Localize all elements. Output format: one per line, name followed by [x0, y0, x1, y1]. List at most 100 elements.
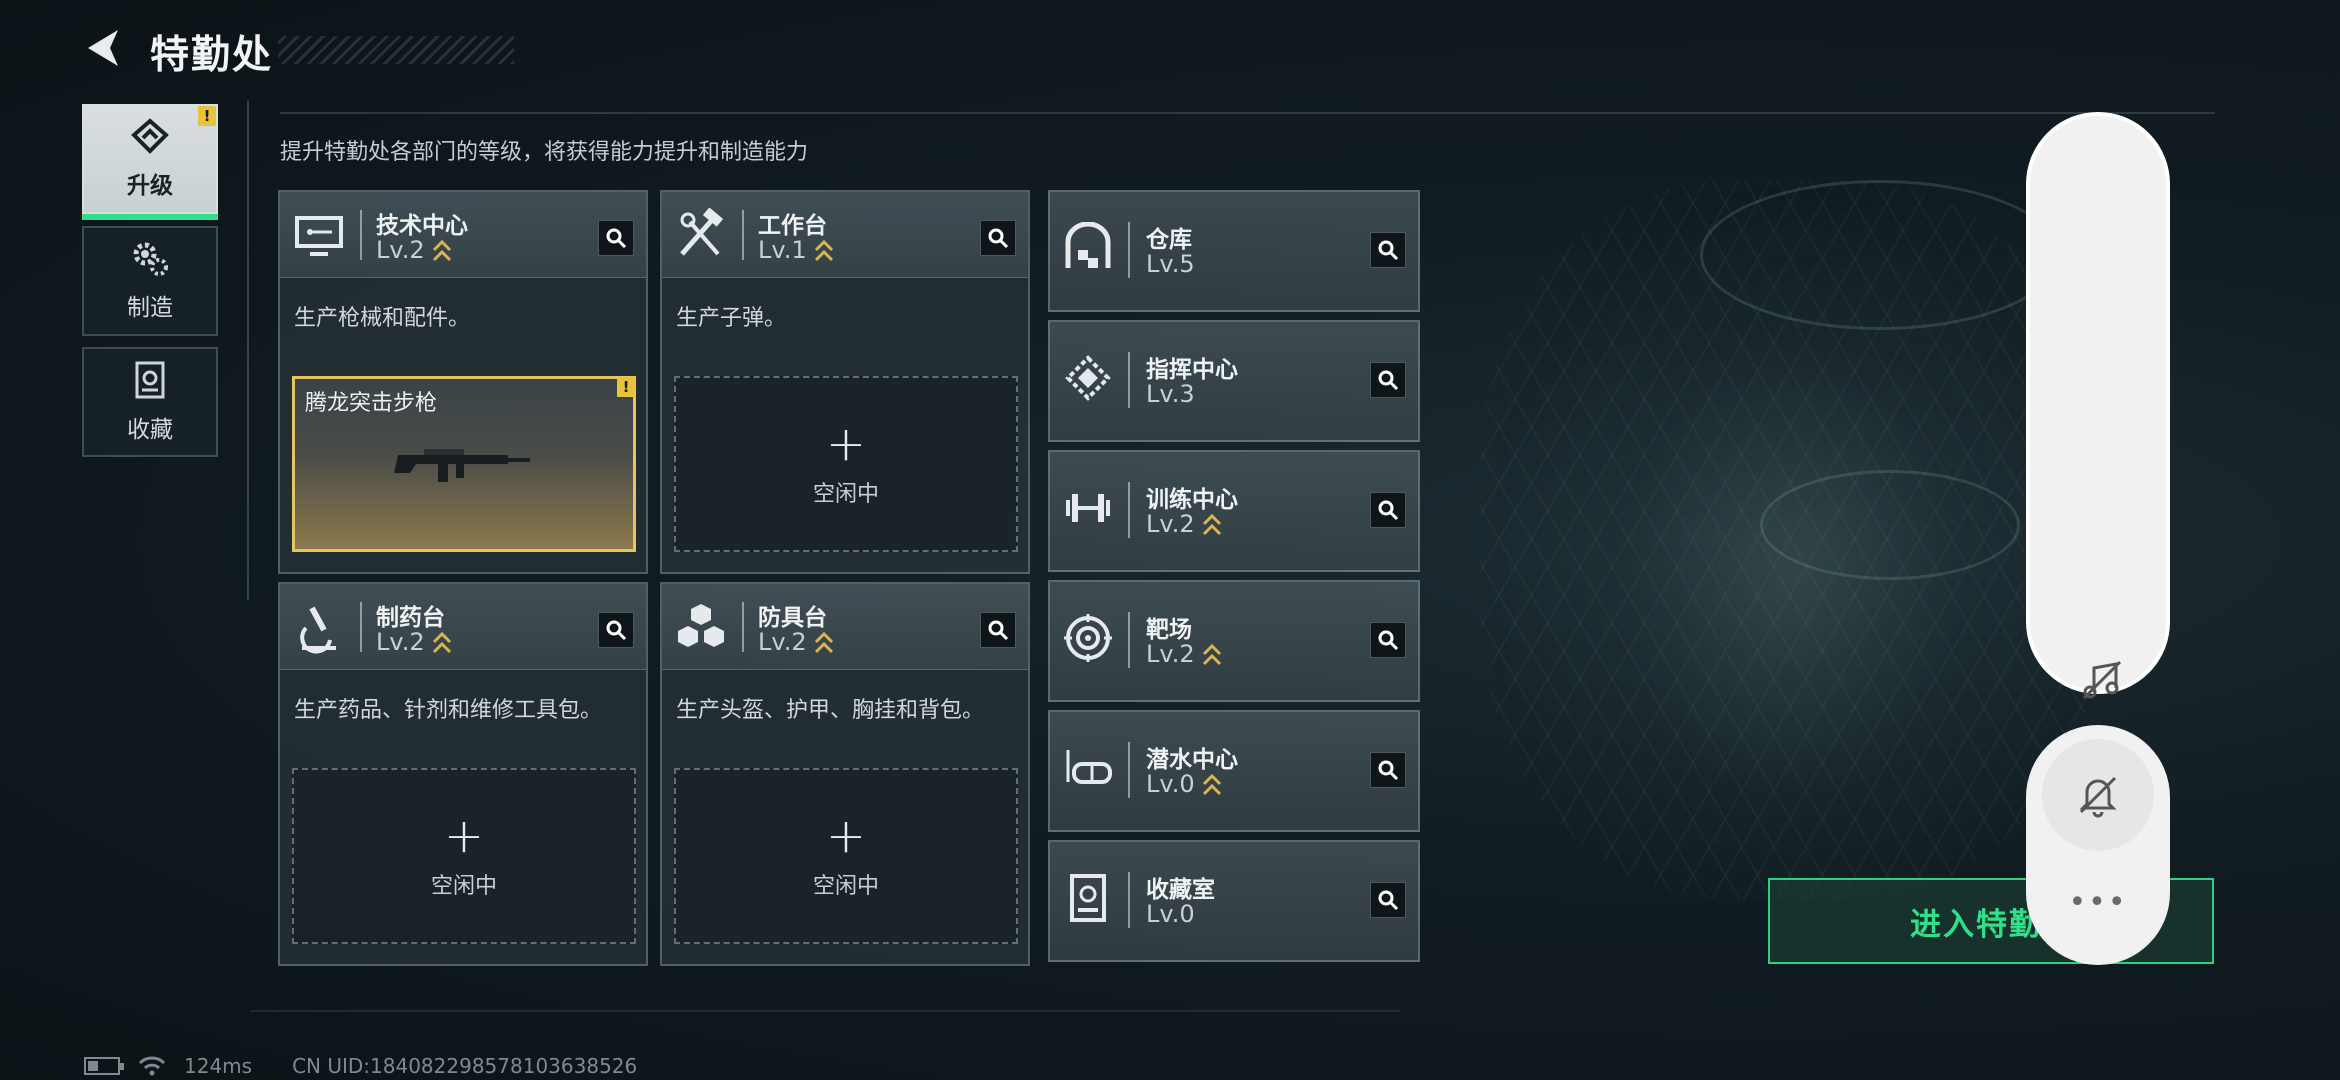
more-options-button[interactable]: •••	[2026, 885, 2170, 920]
bottom-decoration	[250, 1010, 1400, 1032]
facility-name: 仓库	[1146, 227, 1192, 253]
slot-status: 空闲中	[812, 874, 879, 899]
station-description: 生产枪械和配件。	[294, 306, 471, 331]
inspect-button[interactable]	[598, 612, 634, 648]
facility-level: Lv.5	[1146, 250, 1195, 278]
bell-off-icon	[2079, 776, 2117, 818]
nav-tab-label: 制造	[127, 295, 173, 321]
station-card-armor-bench[interactable]: 防具台 Lv.2 生产头盔、护甲、胸挂和背包。 + 空闲中	[660, 582, 1030, 966]
inspect-button[interactable]	[598, 220, 634, 256]
station-description: 生产药品、针剂和维修工具包。	[294, 698, 603, 723]
mute-notifications-button[interactable]	[2042, 739, 2154, 851]
facility-card-collection-room[interactable]: 收藏室 Lv.0	[1048, 840, 1420, 962]
facility-card-diving-center[interactable]: 潜水中心 Lv.0	[1048, 710, 1420, 832]
computer-icon	[295, 216, 343, 256]
station-name: 工作台	[758, 213, 827, 239]
warehouse-icon	[1065, 222, 1111, 268]
upgrade-available-icon	[1202, 643, 1221, 666]
battery-icon	[84, 1057, 124, 1075]
nav-tab-manufacture[interactable]: 制造	[82, 226, 218, 336]
search-icon	[606, 228, 627, 249]
display-case-icon	[1070, 874, 1106, 922]
facility-level: Lv.0	[1146, 770, 1223, 798]
add-icon: +	[825, 416, 867, 472]
chip-icon	[1065, 355, 1111, 401]
facility-card-warehouse[interactable]: 仓库 Lv.5	[1048, 190, 1420, 312]
inspect-button[interactable]	[1370, 882, 1406, 918]
upgrade-icon	[131, 118, 169, 154]
mute-music-button[interactable]	[2046, 624, 2158, 736]
diving-mask-icon	[1066, 750, 1112, 784]
floating-toolbar	[2026, 112, 2170, 700]
production-slot-idle[interactable]: + 空闲中	[674, 768, 1018, 944]
upgrade-available-icon	[432, 631, 451, 654]
tools-icon	[680, 208, 724, 256]
station-card-tech-center[interactable]: 技术中心 Lv.2 生产枪械和配件。 腾龙突击步枪 !	[278, 190, 648, 574]
station-level: Lv.2	[758, 628, 835, 656]
dumbbell-icon	[1066, 494, 1110, 522]
rifle-icon	[394, 449, 530, 482]
nav-tab-upgrade[interactable]: 升级 !	[82, 104, 218, 220]
station-level: Lv.1	[758, 236, 835, 264]
music-off-icon	[2082, 660, 2122, 700]
station-name: 技术中心	[376, 213, 468, 239]
slot-status: 空闲中	[430, 874, 497, 899]
enter-button-label: 进入特勤	[1910, 906, 2040, 943]
station-level: Lv.2	[376, 236, 453, 264]
station-level: Lv.2	[376, 628, 453, 656]
collection-icon	[135, 361, 165, 399]
facility-name: 靶场	[1146, 617, 1192, 643]
facility-name: 收藏室	[1146, 877, 1215, 903]
facility-name: 潜水中心	[1146, 747, 1238, 773]
inspect-button[interactable]	[1370, 492, 1406, 528]
divider	[280, 112, 2215, 114]
upgrade-available-icon	[814, 239, 833, 262]
status-bar: 124ms CN UID:18408229857810363852​6	[84, 1054, 637, 1078]
base-ring-decoration	[1760, 470, 2020, 580]
upgrade-available-icon	[432, 239, 451, 262]
nav-tab-label: 收藏	[127, 417, 173, 443]
facility-level: Lv.0	[1146, 900, 1195, 928]
nav-tab-collection[interactable]: 收藏	[82, 347, 218, 457]
wifi-icon	[138, 1056, 166, 1076]
search-icon	[1378, 370, 1399, 391]
inspect-button[interactable]	[1370, 752, 1406, 788]
inspect-button[interactable]	[980, 612, 1016, 648]
target-icon	[1064, 614, 1112, 662]
production-slot-active[interactable]: 腾龙突击步枪 !	[292, 376, 636, 552]
floating-toolbar: •••	[2026, 725, 2170, 965]
station-card-pharmacy[interactable]: 制药台 Lv.2 生产药品、针剂和维修工具包。 + 空闲中	[278, 582, 648, 966]
inspect-button[interactable]	[1370, 622, 1406, 658]
page-title: 特勤处	[150, 33, 274, 78]
search-icon	[1378, 500, 1399, 521]
title-stripe-decoration	[278, 36, 514, 64]
back-arrow-icon[interactable]	[82, 26, 126, 70]
ping-text: 124ms	[184, 1054, 253, 1078]
station-card-workbench[interactable]: 工作台 Lv.1 生产子弹。 + 空闲中	[660, 190, 1030, 574]
facility-level: Lv.2	[1146, 510, 1223, 538]
gears-icon	[133, 242, 168, 276]
facility-name: 训练中心	[1146, 487, 1238, 513]
inspect-button[interactable]	[1370, 362, 1406, 398]
facility-card-training-center[interactable]: 训练中心 Lv.2	[1048, 450, 1420, 572]
facility-level: Lv.2	[1146, 640, 1223, 668]
production-slot-idle[interactable]: + 空闲中	[292, 768, 636, 944]
upgrade-available-icon	[1202, 513, 1221, 536]
facility-level: Lv.3	[1146, 380, 1195, 408]
facility-card-shooting-range[interactable]: 靶场 Lv.2	[1048, 580, 1420, 702]
search-icon	[1378, 240, 1399, 261]
production-slot-idle[interactable]: + 空闲中	[674, 376, 1018, 552]
inspect-button[interactable]	[1370, 232, 1406, 268]
station-description: 生产子弹。	[676, 306, 787, 331]
search-icon	[1378, 630, 1399, 651]
add-icon: +	[443, 808, 485, 864]
upgrade-available-icon	[1202, 773, 1221, 796]
nav-tab-label: 升级	[127, 173, 173, 199]
armor-blocks-icon	[678, 604, 724, 647]
inspect-button[interactable]	[980, 220, 1016, 256]
slot-status: 空闲中	[812, 482, 879, 507]
warning-badge: !	[198, 106, 216, 126]
station-name: 制药台	[376, 605, 445, 631]
facility-name: 指挥中心	[1146, 357, 1238, 383]
facility-card-command-center[interactable]: 指挥中心 Lv.3	[1048, 320, 1420, 442]
